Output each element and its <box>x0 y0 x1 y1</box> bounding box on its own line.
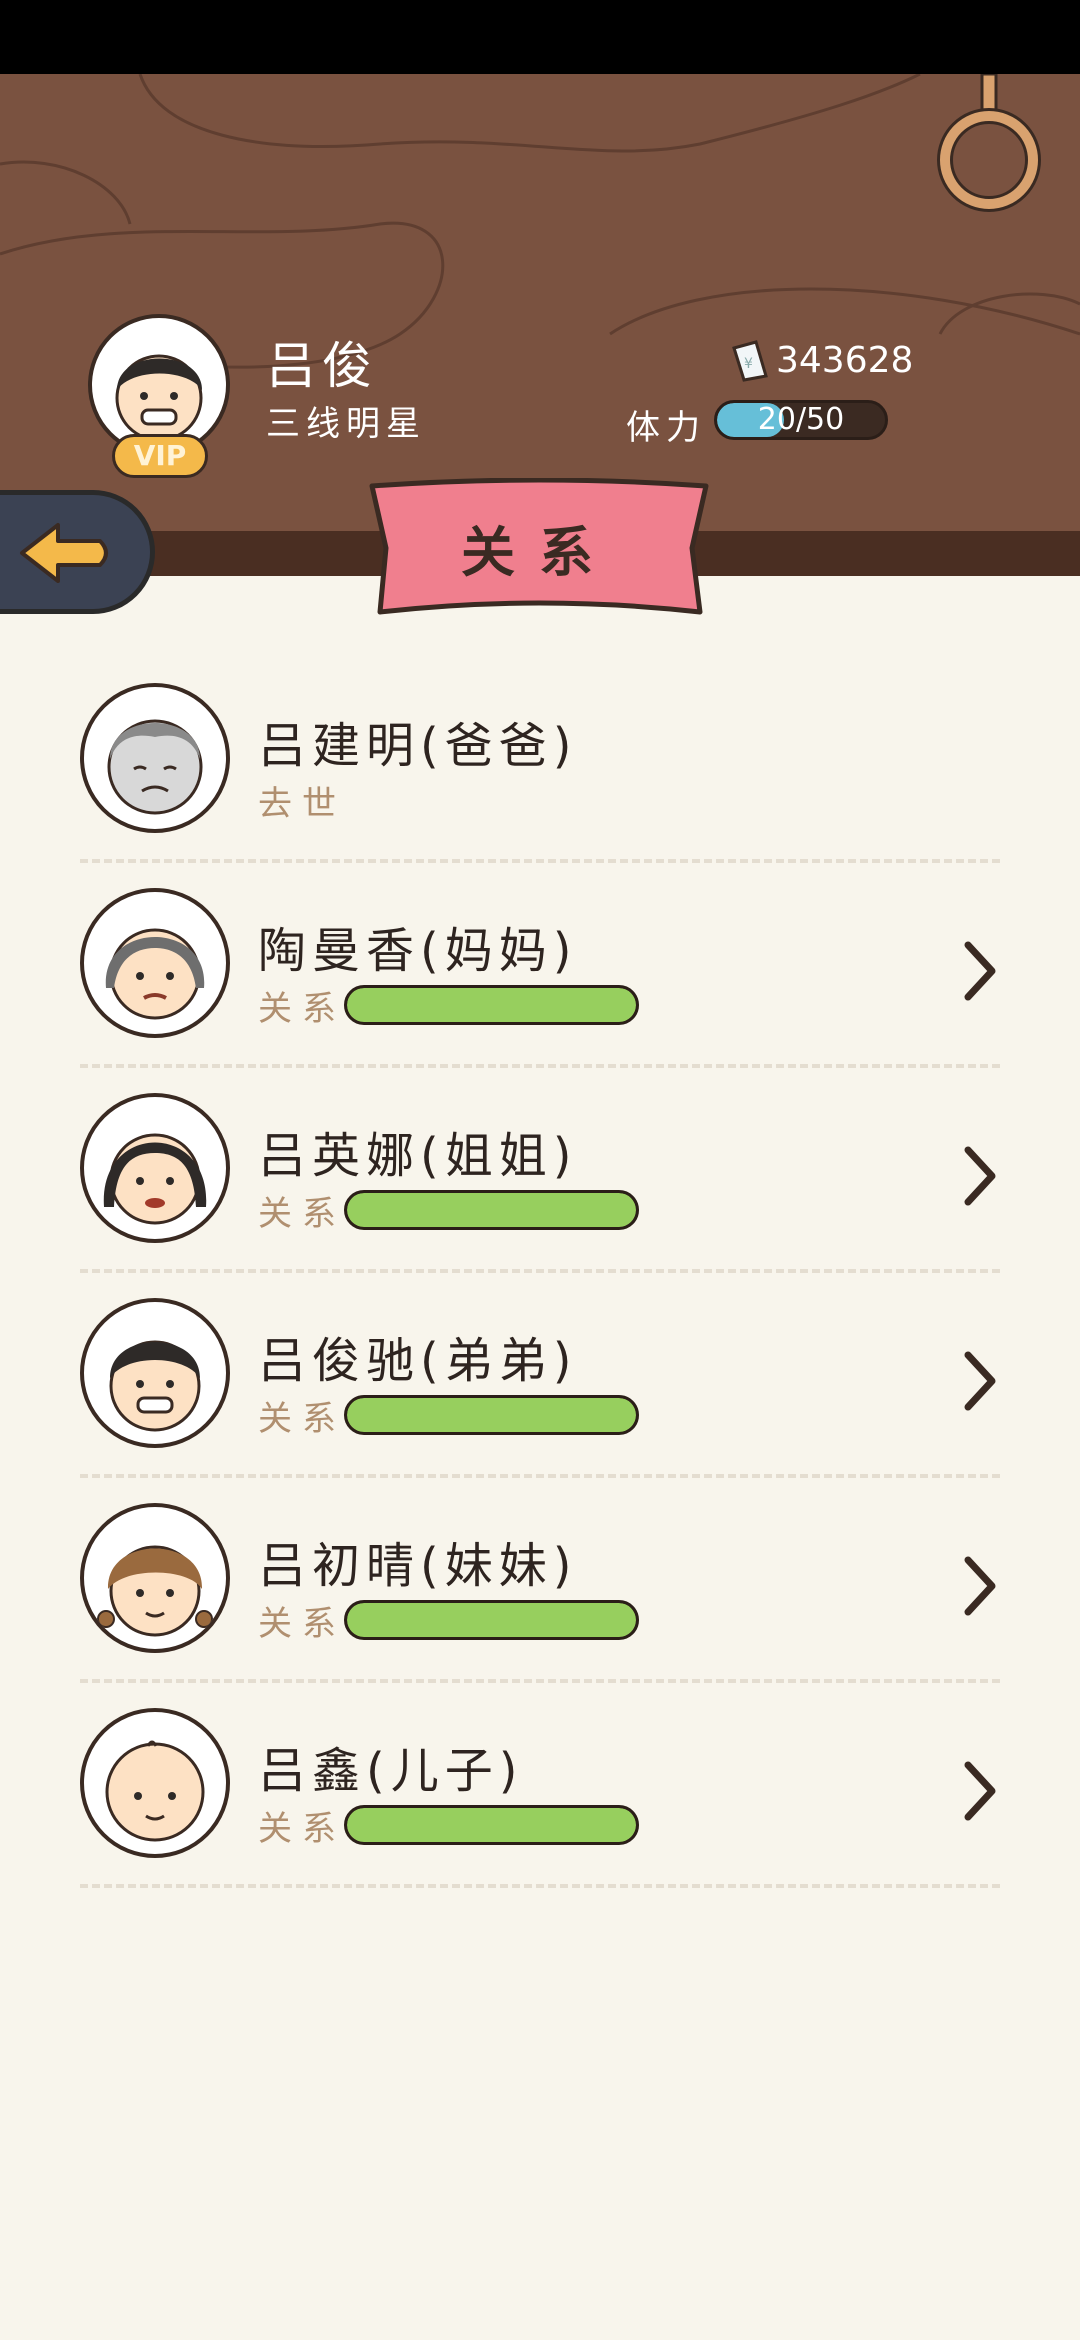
relation-bar-fill <box>347 1398 636 1432</box>
chevron-right-icon[interactable] <box>960 939 1000 1003</box>
relation-bar-fill <box>347 1808 636 1842</box>
money-note-icon: ¥ <box>732 340 768 382</box>
relation-label: 关系 <box>258 1194 346 1234</box>
player-title: 三线明星 <box>266 404 426 444</box>
relation-row-brother[interactable]: 吕俊驰(弟弟) 关系 <box>0 1291 1080 1496</box>
money-value: 343628 <box>776 339 914 381</box>
relation-row-son[interactable]: 吕鑫(儿子) 关系 <box>0 1701 1080 1906</box>
relation-bar <box>344 1805 639 1845</box>
younger-sister-avatar <box>80 1503 230 1653</box>
chevron-right-icon[interactable] <box>960 1349 1000 1413</box>
relation-bar-fill <box>347 988 636 1022</box>
page-title: 关系 <box>461 521 617 584</box>
stamina-value: 20/50 <box>757 402 845 437</box>
relation-bar <box>344 1395 639 1435</box>
row-divider <box>80 859 1000 863</box>
sister-avatar <box>80 1093 230 1243</box>
vip-badge[interactable]: VIP <box>112 434 208 478</box>
relations-list: 吕建明(爸爸) 去世 陶曼香(妈妈) 关系 吕英娜(姐姐) 关系 吕俊驰(弟弟)… <box>0 676 1080 1906</box>
relation-name: 吕英娜(姐姐) <box>258 1128 578 1184</box>
relation-name: 吕建明(爸爸) <box>258 718 578 774</box>
relation-bar <box>344 985 639 1025</box>
relation-bar-fill <box>347 1603 636 1637</box>
back-button[interactable] <box>0 490 155 614</box>
relation-label: 关系 <box>258 1399 346 1439</box>
row-divider <box>80 1269 1000 1273</box>
relation-label: 关系 <box>258 1809 346 1849</box>
grandpa-avatar <box>80 683 230 833</box>
relation-label: 关系 <box>258 989 346 1029</box>
relation-row-younger-sister[interactable]: 吕初晴(妹妹) 关系 <box>0 1496 1080 1701</box>
chevron-right-icon[interactable] <box>960 1759 1000 1823</box>
row-divider <box>80 1679 1000 1683</box>
row-divider <box>80 1064 1000 1068</box>
player-name: 吕俊 <box>266 337 378 395</box>
svg-text:¥: ¥ <box>744 356 753 372</box>
money-display: ¥ 343628 <box>730 336 913 384</box>
chevron-right-icon[interactable] <box>960 1554 1000 1618</box>
relation-bar <box>344 1190 639 1230</box>
status-bar <box>0 0 1080 74</box>
brother-avatar <box>80 1298 230 1448</box>
relation-label: 关系 <box>258 1604 346 1644</box>
row-divider <box>80 1474 1000 1478</box>
relation-bar <box>344 1600 639 1640</box>
relation-bar-fill <box>347 1193 636 1227</box>
stamina-bar: 20/50 <box>714 400 888 440</box>
relation-name: 吕鑫(儿子) <box>258 1743 524 1799</box>
chevron-right-icon[interactable] <box>960 1144 1000 1208</box>
relation-name: 吕初晴(妹妹) <box>258 1538 578 1594</box>
relation-row-sister[interactable]: 吕英娜(姐姐) 关系 <box>0 1086 1080 1291</box>
mother-avatar <box>80 888 230 1038</box>
relation-row-mother[interactable]: 陶曼香(妈妈) 关系 <box>0 881 1080 1086</box>
baby-son-avatar <box>80 1708 230 1858</box>
deceased-status: 去世 <box>258 784 346 824</box>
row-divider <box>80 1884 1000 1888</box>
relation-name: 陶曼香(妈妈) <box>258 923 578 979</box>
back-arrow-icon <box>20 523 108 583</box>
relation-name: 吕俊驰(弟弟) <box>258 1333 578 1389</box>
relation-row-father[interactable]: 吕建明(爸爸) 去世 <box>0 676 1080 881</box>
ring-handle-icon[interactable] <box>934 74 1044 214</box>
stamina-label: 体力 <box>626 408 706 448</box>
